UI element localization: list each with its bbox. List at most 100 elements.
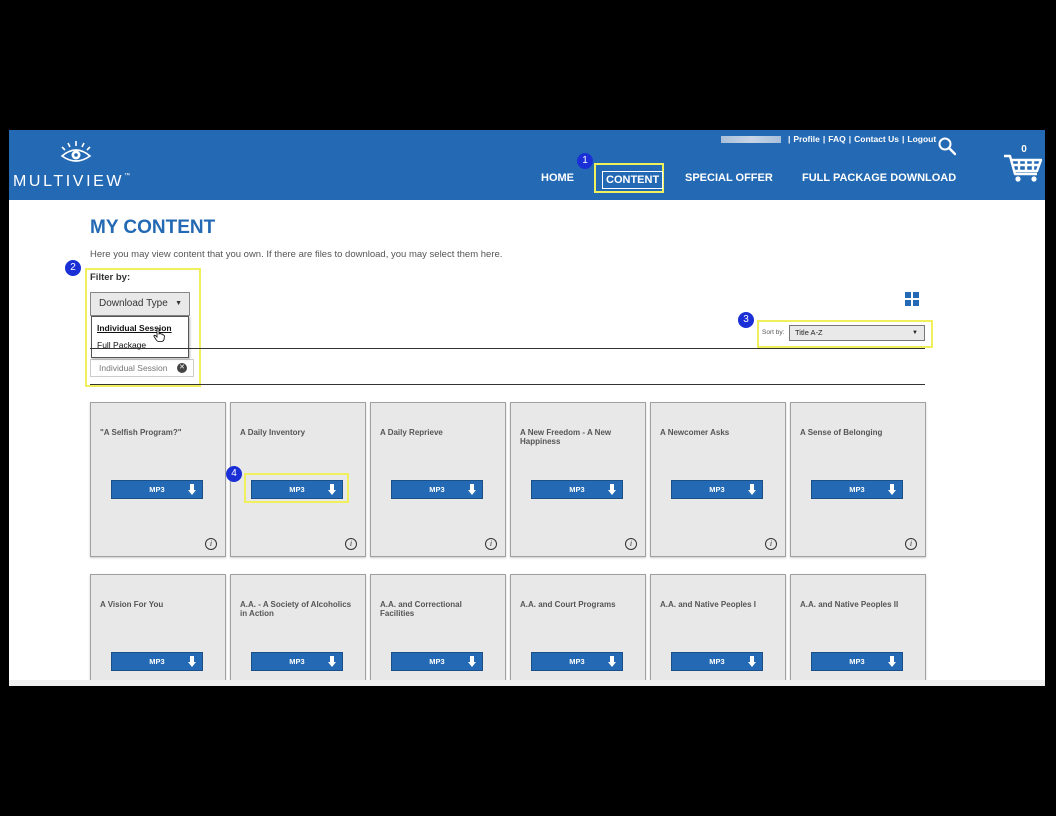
mp3-download-button[interactable]: MP3 xyxy=(671,480,763,499)
content-card: A.A. and Correctional Facilities MP3 xyxy=(370,574,506,686)
mp3-button-label: MP3 xyxy=(849,485,865,494)
info-icon[interactable]: i xyxy=(345,538,357,550)
multiview-logo[interactable]: MULTIVIEW™ xyxy=(13,140,137,190)
eye-logo-icon xyxy=(60,141,92,162)
scroll-edge xyxy=(9,680,1045,686)
download-type-label: Download Type xyxy=(99,298,168,309)
info-icon[interactable]: i xyxy=(625,538,637,550)
logo-wordmark: MULTIVIEW™ xyxy=(13,173,131,190)
mp3-download-button[interactable]: MP3 xyxy=(671,652,763,671)
download-arrow-icon xyxy=(608,656,616,667)
nav-special-offer[interactable]: SPECIAL OFFER xyxy=(685,172,773,184)
mp3-button-label: MP3 xyxy=(429,657,445,666)
filter-label: Filter by: xyxy=(90,272,131,283)
mp3-button-highlight xyxy=(244,473,349,503)
mp3-button-label: MP3 xyxy=(849,657,865,666)
site-header: MULTIVIEW™ | Profile | FAQ | Contact Us | Lo… xyxy=(9,130,1045,200)
browser-viewport: MULTIVIEW™ | Profile | FAQ | Contact Us | Lo… xyxy=(9,130,1045,686)
mp3-button-label: MP3 xyxy=(569,485,585,494)
nav-content-highlight: CONTENT xyxy=(594,163,664,193)
download-arrow-icon xyxy=(188,656,196,667)
step-marker-1: 1 xyxy=(577,153,593,169)
download-type-menu: Individual Session Full Package xyxy=(91,316,189,358)
mp3-download-button[interactable]: MP3 xyxy=(531,480,623,499)
download-arrow-icon xyxy=(328,656,336,667)
download-arrow-icon xyxy=(888,484,896,495)
page-title: MY CONTENT xyxy=(90,217,216,238)
nav-content[interactable]: CONTENT xyxy=(602,171,664,189)
card-title: A Daily Inventory xyxy=(240,428,306,437)
search-icon[interactable] xyxy=(937,136,957,156)
info-icon[interactable]: i xyxy=(205,538,217,550)
card-title: A.A. and Court Programs xyxy=(520,600,616,609)
mp3-button-label: MP3 xyxy=(709,657,725,666)
sort-select[interactable]: Title A-Z ▼ xyxy=(789,325,925,341)
download-arrow-icon xyxy=(888,656,896,667)
mp3-button-label: MP3 xyxy=(709,485,725,494)
mp3-download-button[interactable]: MP3 xyxy=(391,652,483,671)
active-filter-chip: Individual Session ✕ xyxy=(90,359,194,377)
redacted-username xyxy=(721,135,781,143)
mp3-button-label: MP3 xyxy=(429,485,445,494)
card-title: A Vision For You xyxy=(100,600,164,609)
step-marker-4: 4 xyxy=(226,466,242,482)
content-card: A.A. and Native Peoples I MP3 xyxy=(650,574,786,686)
content-card: A Newcomer Asks MP3 i xyxy=(650,402,786,557)
download-arrow-icon xyxy=(608,484,616,495)
content-card: A Vision For You MP3 xyxy=(90,574,226,686)
profile-link[interactable]: Profile xyxy=(793,134,819,144)
card-title: A Newcomer Asks xyxy=(660,428,730,437)
mp3-download-button[interactable]: MP3 xyxy=(811,652,903,671)
download-arrow-icon xyxy=(468,656,476,667)
cart-count-badge: 0 xyxy=(1021,144,1027,155)
card-title: A New Freedom - A New Happiness xyxy=(520,428,612,446)
content-card: A Daily Reprieve MP3 i xyxy=(370,402,506,557)
download-arrow-icon xyxy=(748,656,756,667)
mp3-download-button[interactable]: MP3 xyxy=(111,652,203,671)
card-title: A.A. and Native Peoples II xyxy=(800,600,899,609)
content-card: A.A. - A Society of Alcoholics in Action… xyxy=(230,574,366,686)
mp3-button-label: MP3 xyxy=(289,657,305,666)
remove-filter-icon[interactable]: ✕ xyxy=(177,363,187,373)
download-arrow-icon xyxy=(468,484,476,495)
card-title: A.A. and Native Peoples I xyxy=(660,600,757,609)
card-title: A.A. and Correctional Facilities xyxy=(380,600,462,618)
mp3-button-label: MP3 xyxy=(149,657,165,666)
info-icon[interactable]: i xyxy=(905,538,917,550)
info-icon[interactable]: i xyxy=(765,538,777,550)
divider-bottom xyxy=(90,384,925,385)
mp3-download-button[interactable]: MP3 xyxy=(111,480,203,499)
logout-link[interactable]: Logout xyxy=(907,134,936,144)
sort-label: Sort by: xyxy=(762,329,785,336)
mp3-download-button[interactable]: MP3 xyxy=(531,652,623,671)
download-type-dropdown[interactable]: Download Type ▼ xyxy=(90,292,190,316)
active-filter-label: Individual Session xyxy=(99,363,168,373)
content-card: "A Selfish Program?" MP3 i xyxy=(90,402,226,557)
divider-top xyxy=(90,348,925,349)
grid-view-icon[interactable] xyxy=(905,292,919,306)
step-marker-3: 3 xyxy=(738,312,754,328)
mp3-download-button[interactable]: MP3 xyxy=(811,480,903,499)
download-arrow-icon xyxy=(748,484,756,495)
mp3-download-button[interactable]: MP3 xyxy=(391,480,483,499)
mp3-button-label: MP3 xyxy=(149,485,165,494)
content-card: A.A. and Native Peoples II MP3 xyxy=(790,574,926,686)
info-icon[interactable]: i xyxy=(485,538,497,550)
mp3-download-button[interactable]: MP3 xyxy=(251,652,343,671)
caret-down-icon: ▼ xyxy=(175,300,182,307)
content-card: A Sense of Belonging MP3 i xyxy=(790,402,926,557)
caret-down-icon: ▼ xyxy=(912,330,918,336)
step-marker-2: 2 xyxy=(65,260,81,276)
card-title: "A Selfish Program?" xyxy=(100,428,182,437)
contact-us-link[interactable]: Contact Us xyxy=(854,134,899,144)
nav-home[interactable]: HOME xyxy=(541,172,574,184)
faq-link[interactable]: FAQ xyxy=(828,134,845,144)
mp3-button-label: MP3 xyxy=(569,657,585,666)
intro-text: Here you may view content that you own. … xyxy=(90,249,503,260)
content-card: A.A. and Court Programs MP3 xyxy=(510,574,646,686)
utility-links: | Profile | FAQ | Contact Us | Logout xyxy=(721,133,936,145)
sort-value: Title A-Z xyxy=(795,328,823,337)
content-card: A New Freedom - A New Happiness MP3 i xyxy=(510,402,646,557)
download-arrow-icon xyxy=(188,484,196,495)
nav-full-package-download[interactable]: FULL PACKAGE DOWNLOAD xyxy=(802,172,956,184)
